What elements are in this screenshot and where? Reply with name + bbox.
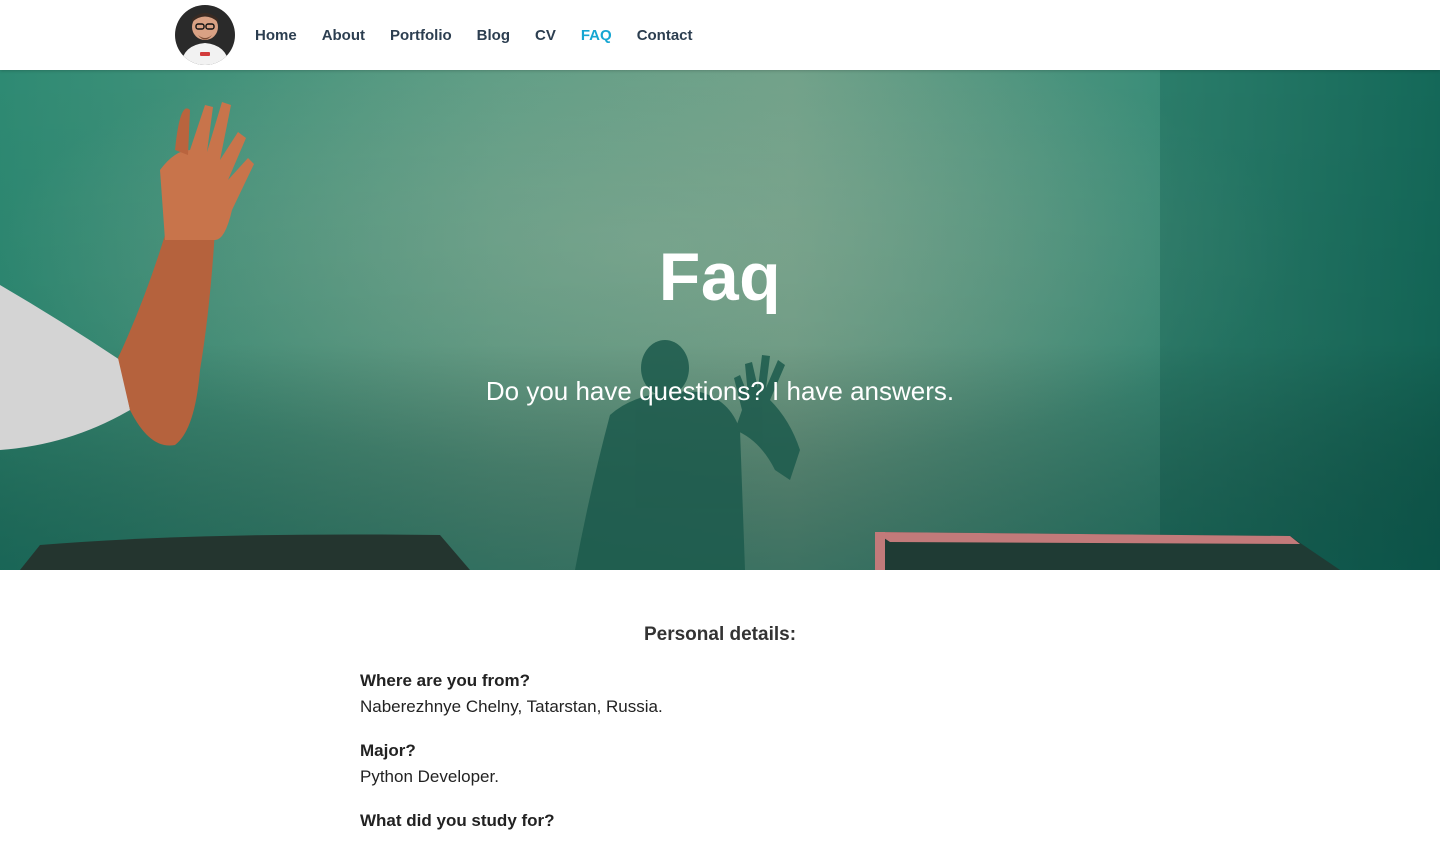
avatar-image (175, 5, 235, 65)
hero-subtitle: Do you have questions? I have answers. (485, 376, 955, 406)
nav-cv[interactable]: CV (535, 23, 556, 48)
section-title: Personal details: (643, 624, 797, 645)
faq-content: Personal details: Where are you from? Na… (360, 570, 1080, 852)
faq-item: What did you study for? (360, 808, 1080, 834)
faq-question: Where are you from? (360, 671, 531, 690)
hero-background-image (0, 70, 1440, 570)
hero-banner: Faq Do you have questions? I have answer… (0, 70, 1440, 570)
avatar[interactable] (175, 5, 235, 65)
nav-blog[interactable]: Blog (477, 23, 510, 48)
main-nav: Home About Portfolio Blog CV FAQ Contact (255, 0, 718, 70)
nav-home[interactable]: Home (255, 23, 297, 48)
faq-question: Major? (360, 741, 416, 760)
faq-answer: Python Developer. (360, 767, 499, 786)
hero-title: Faq (658, 239, 782, 315)
site-header: Home About Portfolio Blog CV FAQ Contact (0, 0, 1440, 70)
nav-about[interactable]: About (322, 23, 365, 48)
nav-contact[interactable]: Contact (637, 23, 693, 48)
faq-question: What did you study for? (360, 811, 555, 830)
nav-faq[interactable]: FAQ (581, 23, 612, 48)
nav-portfolio[interactable]: Portfolio (390, 23, 452, 48)
faq-item: Major? Python Developer. (360, 738, 1080, 790)
faq-answer: Naberezhnye Chelny, Tatarstan, Russia. (360, 697, 663, 716)
faq-item: Where are you from? Naberezhnye Chelny, … (360, 668, 1080, 720)
